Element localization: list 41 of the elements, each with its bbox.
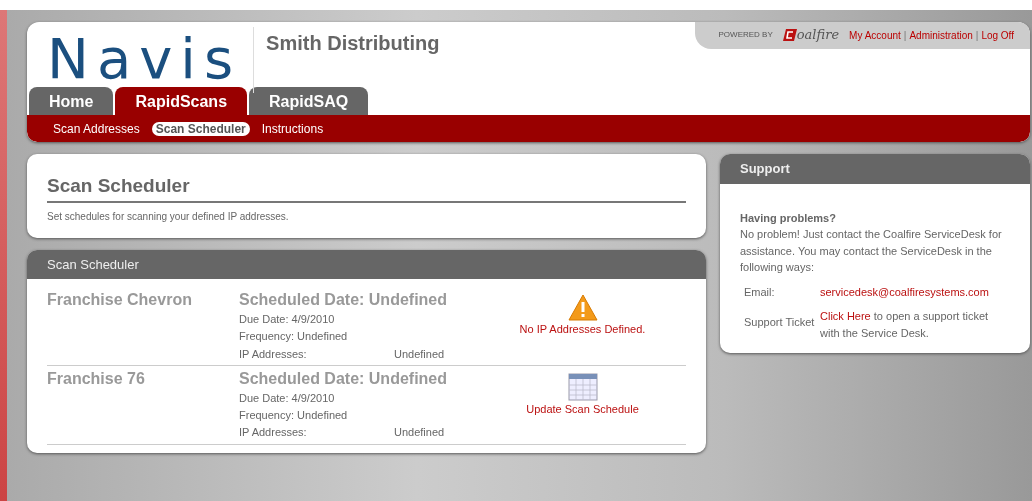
ip-label: IP Addresses: (239, 426, 308, 440)
frequency: Frequency: Undefined (239, 330, 349, 344)
ticket-link[interactable]: Click Here (820, 310, 871, 322)
support-heading: Having problems? (740, 210, 837, 226)
header-link[interactable]: My Account (849, 29, 901, 41)
nav-tab[interactable]: RapidSAQ (249, 87, 369, 115)
nav-tab[interactable]: RapidScans (115, 87, 248, 115)
page-title: Scan Scheduler (47, 172, 686, 203)
subnav-link[interactable]: Instructions (257, 121, 328, 136)
ip-value: Undefined (394, 347, 445, 361)
company-name: Smith Distributing (265, 31, 441, 56)
warning-icon (567, 294, 598, 321)
panel-header: Support (720, 154, 1030, 184)
powered-by-label: POWERED BY (718, 28, 773, 41)
ticket-label: Support Ticket (743, 315, 816, 330)
separator: | (975, 29, 979, 41)
warning-link[interactable]: No IP Addresses Defined. (519, 321, 646, 338)
ip-label: IP Addresses: (239, 347, 308, 361)
email-link[interactable]: servicedesk@coalfiresystems.com (820, 283, 989, 300)
header-link[interactable]: Administration (909, 29, 973, 41)
support-text: No problem! Just contact the Coalfire ServiceDesk for assistance. You may contact the ServiceDesk in the following ways: (740, 227, 1003, 275)
email-label: Email: (743, 284, 776, 300)
ticket-text: Click Here to open a support ticket with the Service Desk. (820, 309, 990, 341)
location-name: Franchise Chevron (47, 290, 193, 310)
scheduled-date: Scheduled Date: Undefined (239, 290, 449, 310)
nav-tab[interactable]: Home (29, 87, 114, 115)
action-link[interactable]: Update Scan Schedule (526, 400, 639, 418)
header-link[interactable]: Log Off (981, 29, 1014, 41)
panel-header: Scan Scheduler (27, 249, 706, 279)
separator: | (903, 29, 907, 41)
page-description: Set schedules for scanning your defined IP addresses. (47, 209, 290, 224)
scheduled-date: Scheduled Date: Undefined (239, 368, 449, 388)
frequency: Frequency: Undefined (239, 409, 349, 423)
due-date: Due Date: 4/9/2010 (239, 313, 336, 327)
calendar-icon (567, 372, 598, 401)
ip-value: Undefined (394, 426, 445, 440)
location-name: Franchise 76 (47, 368, 146, 389)
subnav-link[interactable]: Scan Scheduler (151, 121, 250, 136)
subnav-link[interactable]: Scan Addresses (49, 121, 144, 136)
due-date: Due Date: 4/9/2010 (239, 391, 336, 406)
coalfire-logo: oalfire (782, 25, 840, 45)
